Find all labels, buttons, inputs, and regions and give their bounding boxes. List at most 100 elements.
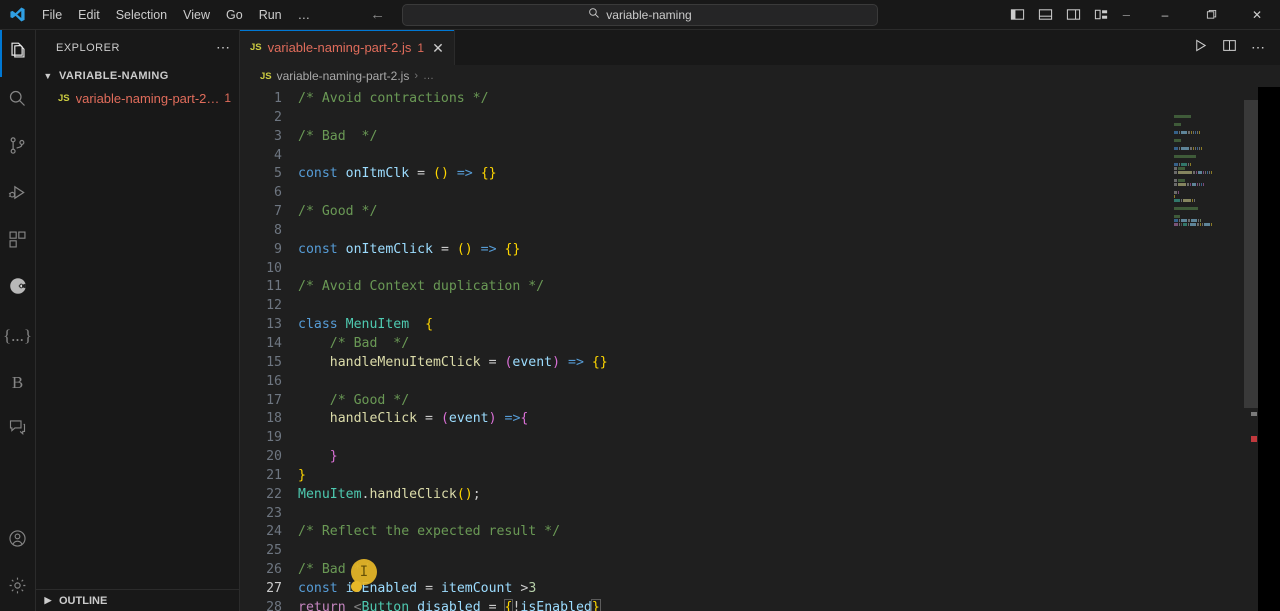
folder-header[interactable]: ▼ VARIABLE-NAMING <box>36 65 239 87</box>
menu-edit[interactable]: Edit <box>70 4 108 26</box>
code-line[interactable] <box>298 297 1280 316</box>
code-line[interactable]: handleClick = (event) =>{ <box>298 410 1280 429</box>
customize-layout-icon[interactable] <box>1094 7 1109 22</box>
code-line[interactable]: return <Button disabled = {!isEnabled} <box>298 598 1280 611</box>
sidebar-item-source-control[interactable] <box>0 124 36 171</box>
breadcrumb[interactable]: JS variable-naming-part-2.js › … <box>240 65 1280 87</box>
javascript-file-icon: JS <box>58 92 70 104</box>
accounts-button[interactable] <box>0 517 36 564</box>
toggle-primary-sidebar-icon[interactable] <box>1010 7 1025 22</box>
toggle-secondary-sidebar-icon[interactable] <box>1066 7 1081 22</box>
minimap-line <box>1174 211 1244 214</box>
menu-selection[interactable]: Selection <box>108 4 175 26</box>
play-icon[interactable] <box>1193 38 1208 58</box>
code-line[interactable]: /* Bad */ <box>298 561 1280 580</box>
code-line[interactable]: const isEnabled = itemCount >3 <box>298 580 1280 599</box>
split-editor-icon[interactable] <box>1222 38 1237 58</box>
minimap-line <box>1174 195 1244 198</box>
cursor-ruler-mark <box>1251 412 1257 416</box>
menu-bar[interactable]: File Edit Selection View Go Run … <box>34 4 318 26</box>
code-line[interactable]: } <box>298 467 1280 486</box>
window-close-button[interactable]: ✕ <box>1234 0 1280 30</box>
sidebar-item-search[interactable] <box>0 77 36 124</box>
list-item[interactable]: JS variable-naming-part-2… 1 <box>36 87 239 109</box>
toggle-panel-icon[interactable] <box>1038 7 1053 22</box>
code-content[interactable]: /* Avoid contractions */ /* Bad */ const… <box>298 87 1280 611</box>
workbench: {...} B EXPLORER ⋯ ▼ VARIABLE-NAMING JS … <box>0 30 1280 611</box>
ellipsis-icon[interactable]: ⋯ <box>1251 39 1266 56</box>
sidebar-item-explorer[interactable] <box>0 30 36 77</box>
sidebar-item-extensions[interactable] <box>0 218 36 265</box>
window-minimize-button[interactable]: – <box>1142 0 1188 30</box>
code-line[interactable]: } <box>298 448 1280 467</box>
folder-name: VARIABLE-NAMING <box>59 70 169 82</box>
settings-button[interactable] <box>0 564 36 611</box>
account-icon <box>7 528 28 554</box>
code-line[interactable] <box>298 373 1280 392</box>
sidebar-item-quokka[interactable] <box>0 265 36 312</box>
line-number: 14 <box>266 335 282 351</box>
minimap-line <box>1174 151 1244 154</box>
source-control-icon <box>7 135 28 161</box>
tab-bar-empty-space <box>454 30 1179 65</box>
code-line[interactable] <box>298 109 1280 128</box>
code-line[interactable]: /* Bad */ <box>298 128 1280 147</box>
menu-file[interactable]: File <box>34 4 70 26</box>
minimap-line <box>1174 159 1244 162</box>
close-icon[interactable]: ✕ <box>430 41 444 55</box>
code-line[interactable]: MenuItem.handleClick(); <box>298 486 1280 505</box>
code-token: = <box>409 166 434 182</box>
tab-variable-naming-part-2[interactable]: JS variable-naming-part-2.js 1 ✕ <box>240 30 455 65</box>
code-editor[interactable]: 1 2 3 4 5 6 7 8 9 10 11 12 13 14 15 16 17 18 19 20 21 22 23 24 2… <box>240 87 1280 611</box>
code-line[interactable]: /* Good */ <box>298 203 1280 222</box>
outline-label: OUTLINE <box>59 594 108 607</box>
code-token: } <box>329 449 338 465</box>
breadcrumb-tail[interactable]: … <box>423 70 434 82</box>
code-line[interactable] <box>298 147 1280 166</box>
minimap[interactable] <box>1166 87 1244 611</box>
sidebar-item-bookmarks[interactable]: B <box>0 359 36 406</box>
menu-run[interactable]: Run <box>251 4 290 26</box>
menu-view[interactable]: View <box>175 4 218 26</box>
arrow-left-icon[interactable]: ← <box>370 7 385 22</box>
minimap-line <box>1174 163 1244 166</box>
sidebar-item-json-tools[interactable]: {...} <box>0 312 36 359</box>
minimap-line <box>1174 215 1244 218</box>
code-token: () <box>433 166 449 182</box>
code-line[interactable] <box>298 429 1280 448</box>
code-token: /* Bad */ <box>329 335 410 351</box>
window-maximize-button[interactable] <box>1188 0 1234 30</box>
code-token: isEnabled <box>520 599 592 611</box>
code-line[interactable]: const onItemClick = () => {} <box>298 241 1280 260</box>
code-line[interactable] <box>298 542 1280 561</box>
error-ruler-mark <box>1251 436 1257 442</box>
code-token: const <box>298 166 338 182</box>
menu-go[interactable]: Go <box>218 4 251 26</box>
sidebar-item-run-and-debug[interactable] <box>0 171 36 218</box>
code-line[interactable]: const onItmClk = () => {} <box>298 165 1280 184</box>
line-number: 16 <box>266 373 282 389</box>
code-line[interactable]: /* Avoid Context duplication */ <box>298 278 1280 297</box>
code-line[interactable] <box>298 222 1280 241</box>
code-line[interactable] <box>298 505 1280 524</box>
tab-problem-count: 1 <box>417 40 425 55</box>
ellipsis-icon[interactable]: ⋯ <box>216 39 231 56</box>
minimap-line <box>1174 139 1244 142</box>
vertical-scrollbar[interactable] <box>1244 100 1258 408</box>
code-line[interactable]: /* Reflect the expected result */ <box>298 523 1280 542</box>
code-line[interactable]: class MenuItem { <box>298 316 1280 335</box>
menu-more[interactable]: … <box>290 4 319 26</box>
code-line[interactable]: /* Avoid contractions */ <box>298 90 1280 109</box>
code-line[interactable] <box>298 260 1280 279</box>
code-line[interactable]: /* Good */ <box>298 392 1280 411</box>
outline-section-header[interactable]: ▶ OUTLINE <box>36 589 239 611</box>
code-line[interactable]: handleMenuItemClick = (event) => {} <box>298 354 1280 373</box>
search-icon <box>7 88 28 114</box>
command-center[interactable]: variable-naming <box>402 3 878 26</box>
code-line[interactable] <box>298 184 1280 203</box>
breadcrumb-file[interactable]: variable-naming-part-2.js <box>277 69 410 83</box>
sidebar-item-comments[interactable] <box>0 406 36 453</box>
code-token: { <box>425 317 434 333</box>
code-line[interactable]: /* Bad */ <box>298 335 1280 354</box>
